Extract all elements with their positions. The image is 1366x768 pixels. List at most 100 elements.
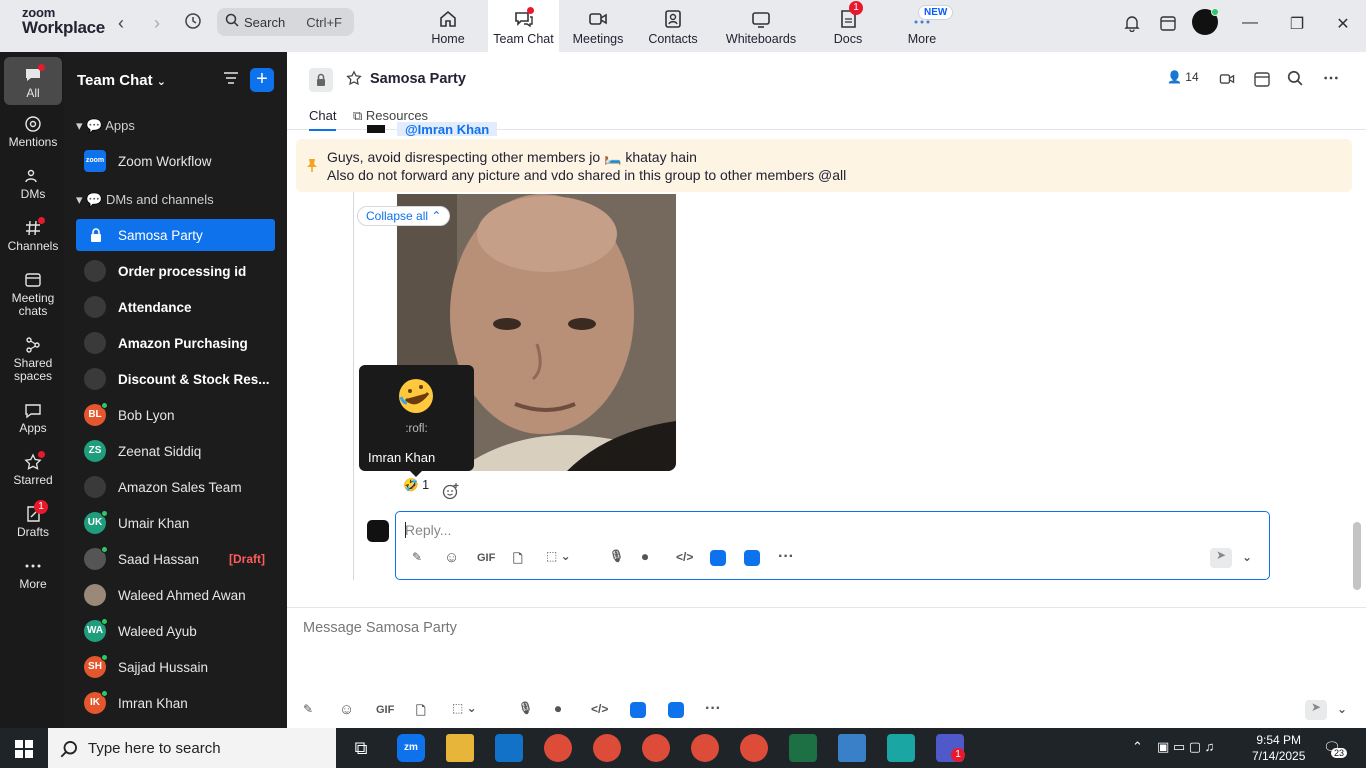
minimize-icon[interactable]: — <box>1240 14 1260 34</box>
reply-input[interactable]: Reply... <box>405 522 451 538</box>
sidebar-item-imran-khan[interactable]: IK Imran Khan <box>76 687 275 719</box>
pinned-message-banner[interactable]: Guys, avoid disrespecting other members … <box>296 139 1352 192</box>
profile-avatar[interactable] <box>1192 8 1219 35</box>
sidebar-item-waleed-ahmed-awan[interactable]: Waleed Ahmed Awan <box>76 579 275 611</box>
sidebar-item-zoom-workflow[interactable]: zoom Zoom Workflow <box>76 145 275 177</box>
code-icon[interactable]: </> <box>591 702 608 716</box>
tab-chat[interactable]: Chat <box>309 108 337 131</box>
rail-meeting-chats[interactable]: Meeting chats <box>4 271 62 318</box>
back-arrow-icon[interactable]: ‹ <box>110 12 132 34</box>
rail-apps[interactable]: Apps <box>4 401 62 435</box>
section-apps[interactable]: ▾ 💬 Apps <box>76 118 135 134</box>
format-icon[interactable]: ✎ <box>303 702 313 716</box>
tab-home[interactable]: Home <box>418 0 478 52</box>
send-icon[interactable]: ➤ <box>1305 700 1327 720</box>
taskbar-search[interactable]: Type here to search <box>48 728 336 768</box>
video-message-icon[interactable]: ⏺ <box>642 550 648 565</box>
calculator-icon[interactable] <box>838 734 866 762</box>
message-input[interactable]: Message Samosa Party <box>303 620 457 636</box>
star-icon[interactable] <box>346 70 362 86</box>
section-dms[interactable]: ▾ 💬 DMs and channels <box>76 192 214 208</box>
teams-icon[interactable]: 1 <box>936 734 965 762</box>
restore-icon[interactable]: ❐ <box>1287 14 1307 34</box>
calendar-icon[interactable] <box>1253 70 1271 88</box>
chrome-icon[interactable] <box>544 734 572 762</box>
more-dots-icon[interactable] <box>1323 70 1339 86</box>
channel-title[interactable]: Samosa Party <box>370 71 466 87</box>
emoji-icon[interactable]: ☺ <box>444 549 459 566</box>
file-icon[interactable]: 🗋 <box>416 702 426 723</box>
rail-more[interactable]: More <box>4 557 62 591</box>
tab-meetings[interactable]: Meetings <box>568 0 628 52</box>
format-icon[interactable]: ✎ <box>412 550 422 564</box>
sidebar-item-sajjad-hussain[interactable]: SH Sajjad Hussain <box>76 651 275 683</box>
sidebar-item-samosa-party[interactable]: Samosa Party <box>76 219 275 251</box>
chrome-icon[interactable] <box>642 734 670 762</box>
chevron-up-icon[interactable]: ⌃ <box>1132 739 1143 755</box>
windows-start-icon[interactable] <box>15 740 33 758</box>
more-dots-icon[interactable]: ··· <box>778 548 794 566</box>
microphone-icon[interactable]: 🎙 <box>609 549 624 563</box>
sidebar-item-attendance[interactable]: Attendance <box>76 291 275 323</box>
rail-channels[interactable]: Channels <box>4 217 62 253</box>
sidebar-item-saad-hassan[interactable]: Saad Hassan [Draft] <box>76 543 275 575</box>
microphone-icon[interactable]: 🎙 <box>518 701 533 715</box>
search-icon[interactable] <box>1287 70 1303 86</box>
file-explorer-icon[interactable] <box>446 734 474 762</box>
tab-docs[interactable]: Docs 1 <box>826 0 870 52</box>
mention-chip[interactable]: @Imran Khan <box>397 122 498 136</box>
forward-arrow-icon[interactable]: › <box>146 12 168 34</box>
chrome-icon[interactable] <box>740 734 768 762</box>
rail-starred[interactable]: Starred <box>4 451 62 487</box>
zoom-taskbar-icon[interactable]: zm <box>397 734 425 762</box>
chat-app-icon[interactable] <box>668 702 684 718</box>
send-icon[interactable]: ➤ <box>1210 548 1232 568</box>
rail-all[interactable]: All <box>4 57 62 105</box>
app-icon[interactable] <box>710 550 726 566</box>
member-count[interactable]: 👤 14 <box>1167 70 1199 84</box>
chrome-icon[interactable] <box>593 734 621 762</box>
excel-icon[interactable] <box>789 734 817 762</box>
screenshot-icon[interactable]: ⬚ ⌄ <box>452 701 477 715</box>
close-icon[interactable]: ✕ <box>1333 14 1353 34</box>
tray-icons[interactable]: ▣ ▭ ▢ ♫ <box>1157 739 1214 755</box>
sidebar-item-zeenat-siddiq[interactable]: ZS Zeenat Siddiq <box>76 435 275 467</box>
gif-button[interactable]: GIF <box>477 552 495 564</box>
tab-whiteboards[interactable]: Whiteboards <box>722 0 800 52</box>
sidebar-title[interactable]: Team Chat ⌄ <box>77 72 166 89</box>
file-icon[interactable]: 🗋 <box>513 550 523 571</box>
task-view-icon[interactable]: ⧉ <box>347 734 375 762</box>
history-icon[interactable] <box>182 12 204 34</box>
filter-icon[interactable] <box>222 69 240 87</box>
chevron-down-icon[interactable]: ⌄ <box>1242 550 1252 564</box>
sidebar-item-waleed-ayub[interactable]: WA Waleed Ayub <box>76 615 275 647</box>
app-icon[interactable] <box>887 734 915 762</box>
collapse-all-button[interactable]: Collapse all ⌃ <box>357 206 451 226</box>
app-icon[interactable] <box>630 702 646 718</box>
video-icon[interactable] <box>1218 70 1236 88</box>
rail-drafts[interactable]: Drafts 1 <box>4 500 62 539</box>
reply-box[interactable]: Reply... ✎ ☺ GIF 🗋 ⬚ ⌄ 🎙 ⏺ </> ··· ➤ ⌄ <box>395 511 1270 580</box>
add-reaction-icon[interactable] <box>442 482 460 500</box>
screenshot-icon[interactable]: ⬚ ⌄ <box>546 549 571 563</box>
scrollbar[interactable] <box>1353 522 1361 590</box>
rail-shared-spaces[interactable]: Shared spaces <box>4 336 62 383</box>
bell-icon[interactable] <box>1122 14 1142 34</box>
rail-mentions[interactable]: Mentions <box>4 115 62 149</box>
search-box[interactable]: Search Ctrl+F <box>217 8 354 36</box>
sidebar-item-discount-stock[interactable]: Discount & Stock Res... <box>76 363 275 395</box>
sidebar-item-umair-khan[interactable]: UK Umair Khan <box>76 507 275 539</box>
reaction-pill[interactable]: 🤣 1 <box>397 478 435 502</box>
chat-app-icon[interactable] <box>744 550 760 566</box>
video-message-icon[interactable]: ⏺ <box>555 702 561 717</box>
message-composer[interactable]: Message Samosa Party ✎ ☺ GIF 🗋 ⬚ ⌄ 🎙 ⏺ <… <box>287 607 1366 728</box>
code-icon[interactable]: </> <box>676 550 693 564</box>
tab-contacts[interactable]: Contacts <box>643 0 703 52</box>
tab-team-chat[interactable]: Team Chat <box>488 0 559 52</box>
sidebar-item-amazon-purchasing[interactable]: Amazon Purchasing <box>76 327 275 359</box>
chevron-down-icon[interactable]: ⌄ <box>1337 702 1347 716</box>
outlook-icon[interactable] <box>495 734 523 762</box>
calendar-icon[interactable] <box>1158 14 1178 34</box>
emoji-icon[interactable]: ☺ <box>339 701 354 718</box>
more-dots-icon[interactable]: ··· <box>705 700 721 718</box>
